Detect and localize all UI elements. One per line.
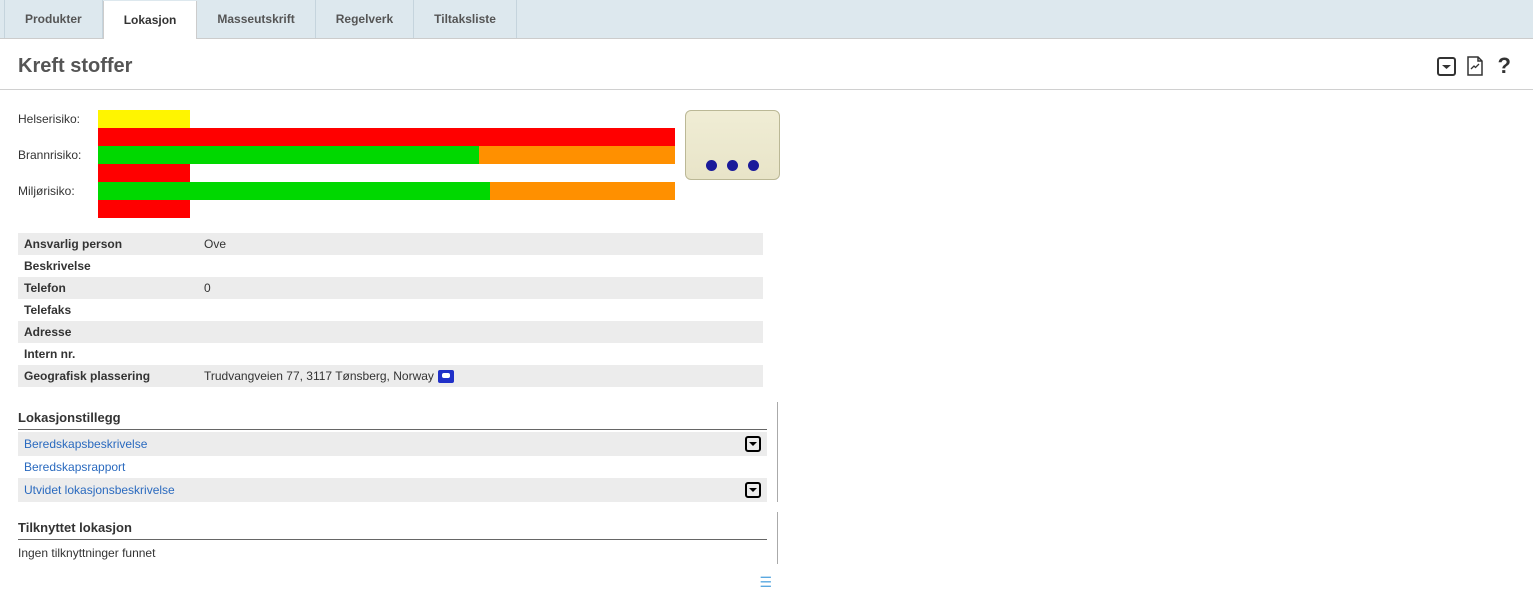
info-row: Geografisk plasseringTrudvangveien 77, 3…: [18, 365, 763, 387]
risk-segment: [98, 164, 190, 182]
risk-segment: [98, 182, 490, 200]
risk-segment: [490, 182, 675, 200]
addon-link[interactable]: Beredskapsbeskrivelse: [24, 437, 147, 451]
addon-link[interactable]: Beredskapsrapport: [24, 460, 125, 474]
info-value: Ove: [198, 233, 763, 255]
dot-icon: [748, 160, 759, 171]
risk-bar: [98, 146, 675, 164]
info-row: Adresse: [18, 321, 763, 343]
map-icon[interactable]: [438, 370, 454, 383]
linked-section: Tilknyttet lokasjon Ingen tilknyttninger…: [18, 512, 778, 564]
info-value: [198, 321, 763, 343]
risk-row: [18, 164, 675, 182]
addons-title: Lokasjonstillegg: [18, 402, 767, 430]
risk-row: Brannrisiko:: [18, 146, 675, 164]
dot-icon: [706, 160, 717, 171]
info-row: Intern nr.: [18, 343, 763, 365]
page-header: Kreft stoffer ?: [0, 39, 1533, 90]
info-row: Ansvarlig personOve: [18, 233, 763, 255]
risk-segment: [98, 146, 479, 164]
content-area: Helserisiko: Brannrisiko: Miljørisiko: Ans…: [0, 90, 780, 564]
risk-row: [18, 200, 675, 218]
risk-row: Helserisiko:: [18, 110, 675, 128]
more-button[interactable]: [685, 110, 780, 180]
pdf-icon[interactable]: [1466, 56, 1484, 76]
risk-bar: [98, 164, 675, 182]
risk-label: Miljørisiko:: [18, 184, 98, 198]
info-value: [198, 255, 763, 277]
risk-label: Helserisiko:: [18, 112, 98, 126]
addon-row: Beredskapsbeskrivelse: [18, 432, 767, 456]
info-value: Trudvangveien 77, 3117 Tønsberg, Norway: [198, 365, 763, 387]
info-label: Adresse: [18, 321, 198, 343]
linked-text: Ingen tilknyttninger funnet: [18, 542, 767, 564]
info-label: Intern nr.: [18, 343, 198, 365]
info-row: Beskrivelse: [18, 255, 763, 277]
header-actions: ?: [1437, 53, 1515, 79]
dropdown-square-icon[interactable]: [745, 482, 761, 498]
risk-bar: [98, 182, 675, 200]
risk-row: [18, 128, 675, 146]
risk-area: Helserisiko: Brannrisiko: Miljørisiko:: [18, 110, 780, 218]
risk-row: Miljørisiko:: [18, 182, 675, 200]
addons-section: Lokasjonstillegg Beredskapsbeskrivelse Be…: [18, 402, 778, 502]
risk-bar: [98, 200, 675, 218]
addon-link[interactable]: Utvidet lokasjonsbeskrivelse: [24, 483, 175, 497]
tab-lokasjon[interactable]: Lokasjon: [103, 1, 198, 39]
info-value: [198, 299, 763, 321]
help-icon[interactable]: ?: [1494, 53, 1515, 79]
page-title: Kreft stoffer: [18, 55, 132, 78]
tab-produkter[interactable]: Produkter: [4, 0, 103, 38]
risk-label: Brannrisiko:: [18, 148, 98, 162]
addon-row: Utvidet lokasjonsbeskrivelse: [18, 478, 767, 502]
info-table: Ansvarlig personOveBeskrivelseTelefon0Te…: [18, 233, 763, 387]
info-label: Ansvarlig person: [18, 233, 198, 255]
risk-segment: [98, 200, 190, 218]
risk-chart: Helserisiko: Brannrisiko: Miljørisiko:: [18, 110, 675, 218]
risk-segment: [98, 128, 675, 146]
info-label: Beskrivelse: [18, 255, 198, 277]
info-label: Telefaks: [18, 299, 198, 321]
dropdown-square-icon[interactable]: [745, 436, 761, 452]
risk-bar: [98, 128, 675, 146]
linked-title: Tilknyttet lokasjon: [18, 512, 767, 540]
risk-segment: [479, 146, 675, 164]
risk-segment: [98, 110, 190, 128]
info-label: Geografisk plassering: [18, 365, 198, 387]
dropdown-square-icon[interactable]: [1437, 57, 1456, 76]
tab-tiltaksliste[interactable]: Tiltaksliste: [414, 0, 517, 38]
info-row: Telefaks: [18, 299, 763, 321]
info-row: Telefon0: [18, 277, 763, 299]
dot-icon: [727, 160, 738, 171]
info-label: Telefon: [18, 277, 198, 299]
addon-row: Beredskapsrapport: [18, 456, 767, 478]
tabs-bar: ProdukterLokasjonMasseutskriftRegelverkT…: [0, 0, 1533, 39]
tab-masseutskrift[interactable]: Masseutskrift: [197, 0, 315, 38]
risk-bar: [98, 110, 675, 128]
info-value: [198, 343, 763, 365]
info-value: 0: [198, 277, 763, 299]
tab-regelverk[interactable]: Regelverk: [316, 0, 414, 38]
